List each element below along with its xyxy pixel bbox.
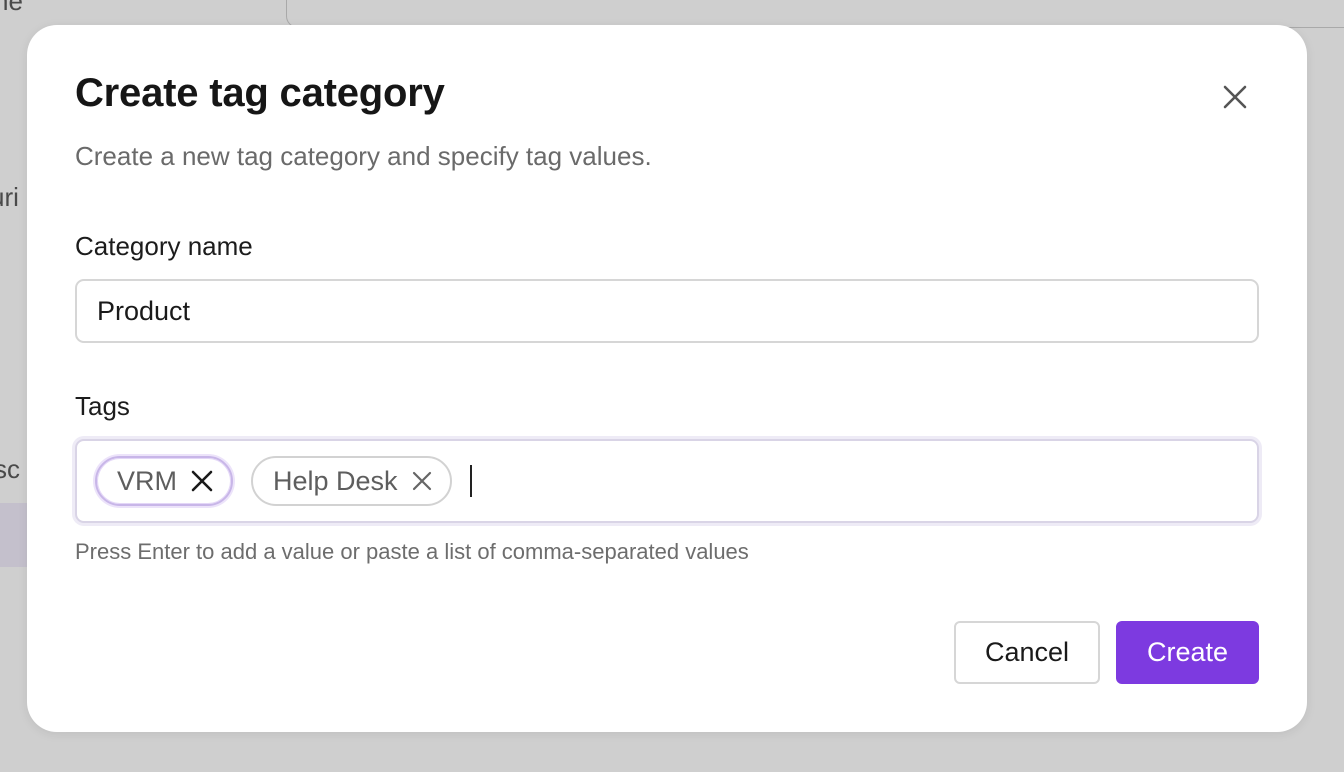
close-icon (1223, 85, 1247, 109)
remove-tag-button[interactable] (191, 470, 213, 492)
tags-helper-text: Press Enter to add a value or paste a li… (75, 539, 749, 564)
category-name-input[interactable] (75, 279, 1259, 343)
tag-chip-label: Help Desk (273, 465, 398, 496)
dialog-subtitle: Create a new tag category and specify ta… (75, 141, 652, 171)
text-cursor (469, 465, 472, 497)
tags-label: Tags (75, 391, 130, 421)
remove-tag-button[interactable] (412, 471, 432, 491)
create-tag-category-dialog: Create tag category Create a new tag cat… (27, 25, 1307, 732)
cancel-button[interactable]: Cancel (954, 621, 1100, 684)
background-text-fragment: ne (0, 0, 23, 16)
background-text-fragment: sc (0, 454, 20, 484)
close-icon (412, 471, 431, 491)
close-icon (191, 470, 213, 492)
tag-chip[interactable]: VRM (95, 456, 233, 506)
create-button[interactable]: Create (1116, 621, 1259, 684)
background-text-fragment: uri (0, 182, 19, 212)
tag-chip[interactable]: Help Desk (251, 456, 452, 506)
tags-input[interactable]: VRM Help Desk (75, 439, 1259, 523)
background-card (286, 0, 1344, 28)
category-name-label: Category name (75, 231, 253, 261)
dialog-title: Create tag category (75, 71, 445, 115)
tag-chip-label: VRM (117, 465, 177, 496)
close-button[interactable] (1217, 79, 1253, 115)
